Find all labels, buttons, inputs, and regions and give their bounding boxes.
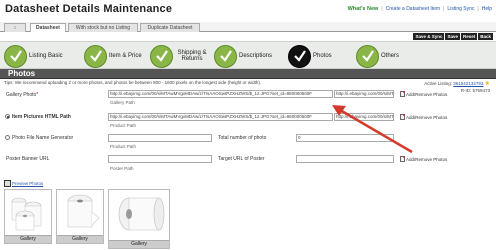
- product-path-label: Product Path: [110, 123, 137, 128]
- item-pictures-field-2[interactable]: http://i.ebayimg.com/00/s/MT: [334, 113, 394, 121]
- tips-text: Tips: We recommend uploading 2 or more p…: [4, 80, 262, 85]
- paper-roll-image: [67, 194, 100, 228]
- paper-roll-image: [11, 197, 42, 231]
- preview-icon: [4, 180, 11, 187]
- step-listing-basic[interactable]: Listing Basic: [4, 44, 63, 68]
- gallery-photo-field[interactable]: http://i.ebayimg.com/00/s/MTAwMVgxMDAw/z…: [108, 90, 333, 98]
- thumbnail-caption: Gallery: [5, 235, 51, 243]
- check-icon: [4, 44, 27, 68]
- product-path-label: Product Path: [110, 144, 137, 149]
- page-title: Datasheet Details Maintenance: [5, 3, 173, 15]
- thumbnail-caption: Gallery: [109, 240, 169, 248]
- action-bar: Save & Sync Save Reset Back: [413, 33, 493, 40]
- page-header: Datasheet Details Maintenance What's New…: [0, 0, 496, 22]
- add-remove-label: Add/Remove Photos: [406, 91, 448, 97]
- section-bar: Photos: [0, 69, 496, 79]
- tab-toggle[interactable]: ↕: [4, 23, 26, 32]
- preview-photos: Preview Photos: [4, 180, 43, 187]
- total-photos-label: Total number of photo: [218, 135, 267, 141]
- check-icon: [214, 44, 237, 68]
- step-descriptions[interactable]: Descriptions: [214, 44, 272, 68]
- tips-line: Tips: We recommend uploading 2 or more p…: [0, 80, 496, 87]
- star-icon: ★: [484, 81, 490, 87]
- step-item-price[interactable]: Item & Price: [84, 44, 142, 68]
- listing-sync-link[interactable]: Listing Sync: [447, 6, 474, 12]
- step-label: Shipping & Returns: [177, 50, 207, 62]
- gallery-thumbnail[interactable]: Gallery: [108, 189, 170, 249]
- add-remove-photos-button[interactable]: Add/Remove Photos: [400, 91, 447, 97]
- back-button[interactable]: Back: [478, 33, 493, 40]
- top-links: What's New | Create a Datasheet Item | L…: [348, 6, 492, 12]
- check-icon: [150, 44, 173, 68]
- section-title: Photos: [8, 69, 36, 78]
- poster-banner-field[interactable]: [108, 155, 212, 163]
- help-link[interactable]: Help: [482, 6, 492, 12]
- step-label: Photos: [313, 53, 332, 59]
- target-poster-field[interactable]: [296, 155, 394, 163]
- save-button[interactable]: Save: [445, 33, 460, 40]
- gallery-path-label: Gallery Path: [110, 100, 135, 105]
- step-label: Others: [381, 53, 400, 59]
- step-others[interactable]: Others: [356, 44, 399, 68]
- generator-label: Photo File Name Generator: [12, 135, 74, 141]
- gallery-photo-label: Gallery Photo*: [6, 92, 38, 98]
- add-remove-photos-button[interactable]: Add/Remove Photos: [400, 156, 447, 162]
- add-remove-label: Add/Remove Photos: [406, 114, 448, 120]
- preview-photos-link[interactable]: Preview Photos: [12, 181, 43, 186]
- active-listing-label: Active Listing:: [424, 81, 453, 86]
- active-listing: Active Listing: 361542132793 ★: [424, 80, 490, 87]
- item-pictures-field[interactable]: http://i.ebayimg.com/00/s/MTAwMVgxMDAw/z…: [108, 113, 333, 121]
- total-photos-field[interactable]: 0: [296, 134, 394, 142]
- check-icon: [84, 44, 107, 68]
- item-pictures-label: Item Pictures HTML Path: [12, 114, 71, 120]
- record-id: R-ID: 5759473: [460, 88, 490, 93]
- step-label: Descriptions: [239, 53, 273, 59]
- active-listing-link[interactable]: 361542132793: [453, 81, 483, 86]
- paper-roll-image: [118, 197, 165, 231]
- add-remove-label: Add/Remove Photos: [406, 156, 448, 162]
- step-photos[interactable]: Photos: [288, 44, 332, 68]
- gallery-photo-field-2[interactable]: http://i.ebayimg.com/00/s/MT: [334, 90, 394, 98]
- target-poster-label: Target URL of Poster: [218, 156, 265, 162]
- gallery-thumbnail[interactable]: Gallery: [4, 189, 52, 244]
- step-label: Listing Basic: [29, 53, 63, 59]
- item-pictures-radio[interactable]: [5, 114, 10, 119]
- photo-thumbnails: Gallery Gallery Gallery: [4, 189, 170, 249]
- add-photo-icon: [400, 156, 405, 162]
- poster-banner-label: Poster Banner URL: [6, 156, 50, 162]
- thumbnail-caption: Gallery: [57, 235, 103, 243]
- create-datasheet-link[interactable]: Create a Datasheet Item: [386, 6, 440, 12]
- poster-path-label: Poster Path: [110, 166, 134, 171]
- tab-duplicate-datasheet[interactable]: Duplicate Datasheet: [140, 23, 200, 32]
- add-photo-icon: [400, 114, 405, 120]
- whats-new-link[interactable]: What's New: [348, 6, 379, 12]
- add-remove-photos-button[interactable]: Add/Remove Photos: [400, 114, 447, 120]
- generator-field[interactable]: [108, 134, 212, 142]
- generator-radio[interactable]: [5, 135, 10, 140]
- save-sync-button[interactable]: Save & Sync: [413, 33, 445, 40]
- link-separator: |: [381, 6, 383, 12]
- link-separator: |: [443, 6, 445, 12]
- required-mark: *: [36, 92, 39, 98]
- gallery-photo-label-text: Gallery Photo: [6, 92, 37, 98]
- step-shipping-returns[interactable]: Shipping & Returns: [150, 44, 209, 68]
- add-photo-icon: [400, 91, 405, 97]
- tab-stock-no-listing[interactable]: With stock but no Listing: [68, 23, 138, 32]
- red-arrow-annotation: [332, 105, 413, 154]
- check-icon: [356, 44, 379, 68]
- gallery-thumbnail[interactable]: Gallery: [56, 189, 104, 244]
- step-label: Item & Price: [109, 53, 142, 59]
- steps-row: Listing Basic Item & Price Shipping & Re…: [0, 41, 496, 69]
- reset-button[interactable]: Reset: [460, 33, 478, 40]
- tab-datasheet[interactable]: Datasheet: [30, 23, 66, 32]
- tab-bar: ↕ Datasheet With stock but no Listing Du…: [0, 22, 496, 32]
- check-icon: [288, 44, 311, 68]
- link-separator: |: [477, 6, 479, 12]
